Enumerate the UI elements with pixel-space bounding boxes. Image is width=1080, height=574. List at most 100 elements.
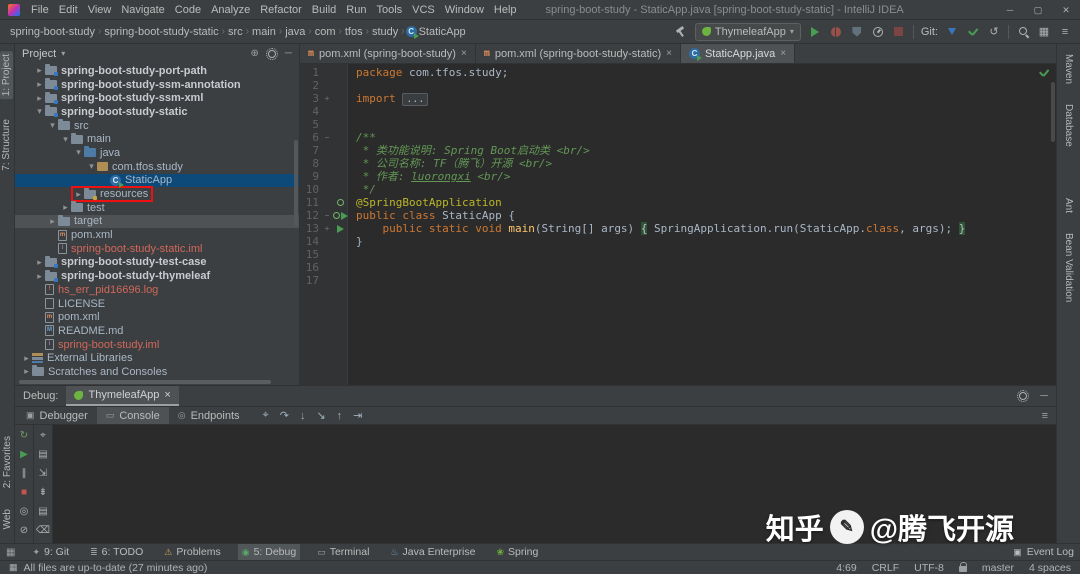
- indent-widget[interactable]: 4 spaces: [1029, 562, 1071, 574]
- tree-row-com-tfos-study[interactable]: ▾ com.tfos.study: [15, 160, 299, 174]
- debug-tab-debugger[interactable]: ▣ Debugger: [17, 407, 97, 424]
- tool-window-button-spring[interactable]: ❀ Spring: [492, 544, 542, 560]
- tree-row-src[interactable]: ▾ src: [15, 119, 299, 133]
- tree-expanded-arrow-icon[interactable]: ▾: [73, 147, 84, 158]
- tool-stripe-button-ant[interactable]: Ant: [1062, 195, 1075, 216]
- tree-row-spring-boot-study-thymeleaf[interactable]: ▸ spring-boot-study-thymeleaf: [15, 269, 299, 283]
- project-panel-title[interactable]: Project: [22, 48, 56, 60]
- stop-button[interactable]: [892, 23, 906, 41]
- force-step-into-icon[interactable]: ↘: [316, 409, 325, 422]
- breadcrumb-item-study[interactable]: study: [370, 26, 400, 38]
- spring-bean-gutter-icon[interactable]: [332, 212, 340, 219]
- line-ending-widget[interactable]: CRLF: [872, 562, 899, 574]
- tree-collapsed-arrow-icon[interactable]: ▸: [21, 353, 32, 364]
- event-log-button[interactable]: ▣ Event Log: [1013, 546, 1074, 558]
- menu-run[interactable]: Run: [341, 4, 371, 16]
- search-everywhere-button[interactable]: [1016, 23, 1030, 41]
- commit-button[interactable]: [966, 23, 980, 41]
- tree-collapsed-arrow-icon[interactable]: ▸: [60, 202, 71, 213]
- tree-row-spring-boot-study-ssm-xml[interactable]: ▸ spring-boot-study-ssm-xml: [15, 91, 299, 105]
- gear-icon[interactable]: [1017, 390, 1030, 402]
- read-only-lock-icon[interactable]: [958, 562, 967, 572]
- tree-row-test[interactable]: ▸ test: [15, 201, 299, 215]
- tree-row-spring-boot-study-static[interactable]: ▾ spring-boot-study-static: [15, 105, 299, 119]
- breadcrumb-item-java[interactable]: java: [283, 26, 307, 38]
- tree-row-resources[interactable]: ▸ resources: [15, 186, 299, 203]
- tool-windows-button[interactable]: ▦: [1037, 23, 1051, 41]
- revert-button[interactable]: ↺: [987, 23, 1001, 41]
- debug-tab-console[interactable]: ▭ Console: [96, 407, 169, 424]
- editor-tab-pom-xml-spring-boot-study-static[interactable]: m pom.xml (spring-boot-study-static) ×: [476, 44, 681, 63]
- tool-window-button-problems[interactable]: ⚠ Problems: [160, 544, 224, 560]
- step-into-icon[interactable]: ↓: [300, 410, 306, 422]
- editor-tab-staticapp-java[interactable]: C StaticApp.java ×: [680, 44, 796, 63]
- tool-window-button-java-enterprise[interactable]: ♨ Java Enterprise: [386, 544, 479, 560]
- tool-window-switcher-icon[interactable]: ▦: [6, 547, 15, 558]
- event-list-button[interactable]: ≡: [1058, 23, 1072, 41]
- editor-body[interactable]: 1 package com.tfos.study; 2 3 + import ... 4 5 6…: [300, 64, 1056, 385]
- tree-row-staticapp[interactable]: C StaticApp: [15, 173, 299, 188]
- menu-file[interactable]: File: [26, 4, 54, 16]
- view-breakpoints-icon[interactable]: ◎: [20, 506, 29, 517]
- tree-row-spring-boot-study-port-path[interactable]: ▸ spring-boot-study-port-path: [15, 64, 299, 78]
- mute-breakpoints-icon[interactable]: ⊘: [20, 525, 28, 536]
- tree-collapsed-arrow-icon[interactable]: ▸: [34, 271, 45, 282]
- locate-file-button[interactable]: ⊕: [251, 48, 259, 59]
- tree-row-java[interactable]: ▾ java: [15, 146, 299, 160]
- encoding-widget[interactable]: UTF-8: [914, 562, 944, 574]
- tree-row-spring-boot-study-iml[interactable]: i spring-boot-study.iml: [15, 338, 299, 352]
- tree-expanded-arrow-icon[interactable]: ▾: [86, 161, 97, 172]
- fold-marker[interactable]: −: [322, 209, 332, 222]
- run-main-gutter-icon[interactable]: [336, 224, 344, 233]
- tree-collapsed-arrow-icon[interactable]: ▸: [47, 216, 58, 227]
- tree-row-spring-boot-study-test-case[interactable]: ▸ spring-boot-study-test-case: [15, 255, 299, 270]
- hide-debug-panel-button[interactable]: ─: [1040, 390, 1048, 402]
- close-tab-icon[interactable]: ×: [780, 48, 786, 59]
- minimize-button[interactable]: ─: [996, 0, 1024, 20]
- chevron-down-icon[interactable]: ▾: [61, 49, 65, 58]
- tool-stripe-button-7-structure[interactable]: 7: Structure: [0, 116, 13, 174]
- tree-expanded-arrow-icon[interactable]: ▾: [47, 120, 58, 131]
- show-execution-point-icon[interactable]: ⌖: [263, 409, 269, 422]
- tree-collapsed-arrow-icon[interactable]: ▸: [34, 93, 45, 104]
- tool-stripe-button-bean-validation[interactable]: Bean Validation: [1062, 230, 1075, 305]
- step-out-icon[interactable]: ↑: [337, 410, 343, 422]
- tool-stripe-button-web[interactable]: Web: [1, 506, 14, 532]
- run-class-gutter-icon[interactable]: [340, 211, 348, 220]
- tool-stripe-button-maven[interactable]: Maven: [1062, 51, 1075, 87]
- editor-scrollbar[interactable]: [1051, 82, 1055, 142]
- git-branch-widget[interactable]: master: [982, 562, 1014, 574]
- menu-build[interactable]: Build: [307, 4, 341, 16]
- menu-window[interactable]: Window: [440, 4, 489, 16]
- fold-marker[interactable]: +: [322, 222, 332, 235]
- coverage-button[interactable]: [850, 23, 864, 41]
- tree-row-readme-md[interactable]: M README.md: [15, 324, 299, 338]
- tree-collapsed-arrow-icon[interactable]: ▸: [21, 366, 32, 377]
- menu-vcs[interactable]: VCS: [407, 4, 440, 16]
- scroll-to-end-icon[interactable]: ⇟: [39, 487, 47, 498]
- tree-row-hs-err-pid16696-log[interactable]: ! hs_err_pid16696.log: [15, 283, 299, 297]
- run-configuration-select[interactable]: ThymeleafApp ▾: [694, 22, 801, 41]
- vertical-scrollbar[interactable]: [294, 140, 298, 226]
- pin-tab-icon[interactable]: ⇲: [39, 468, 47, 479]
- tree-row-spring-boot-study-ssm-annotation[interactable]: ▸ spring-boot-study-ssm-annotation: [15, 78, 299, 92]
- run-button[interactable]: [808, 23, 822, 41]
- build-button[interactable]: [674, 23, 688, 41]
- tree-collapsed-arrow-icon[interactable]: ▸: [34, 79, 45, 90]
- rerun-icon[interactable]: ↻: [20, 430, 28, 441]
- tree-expanded-arrow-icon[interactable]: ▾: [34, 106, 45, 117]
- print-icon[interactable]: ▤: [38, 506, 47, 517]
- tree-row-spring-boot-study-static-iml[interactable]: i spring-boot-study-static.iml: [15, 242, 299, 256]
- run-to-cursor-icon[interactable]: ⇥: [353, 409, 362, 422]
- tree-row-license[interactable]: LICENSE: [15, 297, 299, 311]
- tree-row-pom-xml[interactable]: m pom.xml: [15, 310, 299, 324]
- tree-row-pom-xml[interactable]: m pom.xml: [15, 228, 299, 242]
- tool-window-button-terminal[interactable]: ▭ Terminal: [313, 544, 373, 560]
- tree-collapsed-arrow-icon[interactable]: ▸: [34, 65, 45, 76]
- tool-window-button-9-git[interactable]: ✦ 9: Git: [28, 544, 73, 560]
- breadcrumb-item-spring-boot-study[interactable]: spring-boot-study: [8, 26, 97, 38]
- menu-refactor[interactable]: Refactor: [255, 4, 307, 16]
- stop-icon[interactable]: ■: [21, 487, 27, 498]
- fold-marker[interactable]: −: [322, 131, 332, 144]
- breadcrumb-item-spring-boot-study-static[interactable]: spring-boot-study-static: [102, 26, 220, 38]
